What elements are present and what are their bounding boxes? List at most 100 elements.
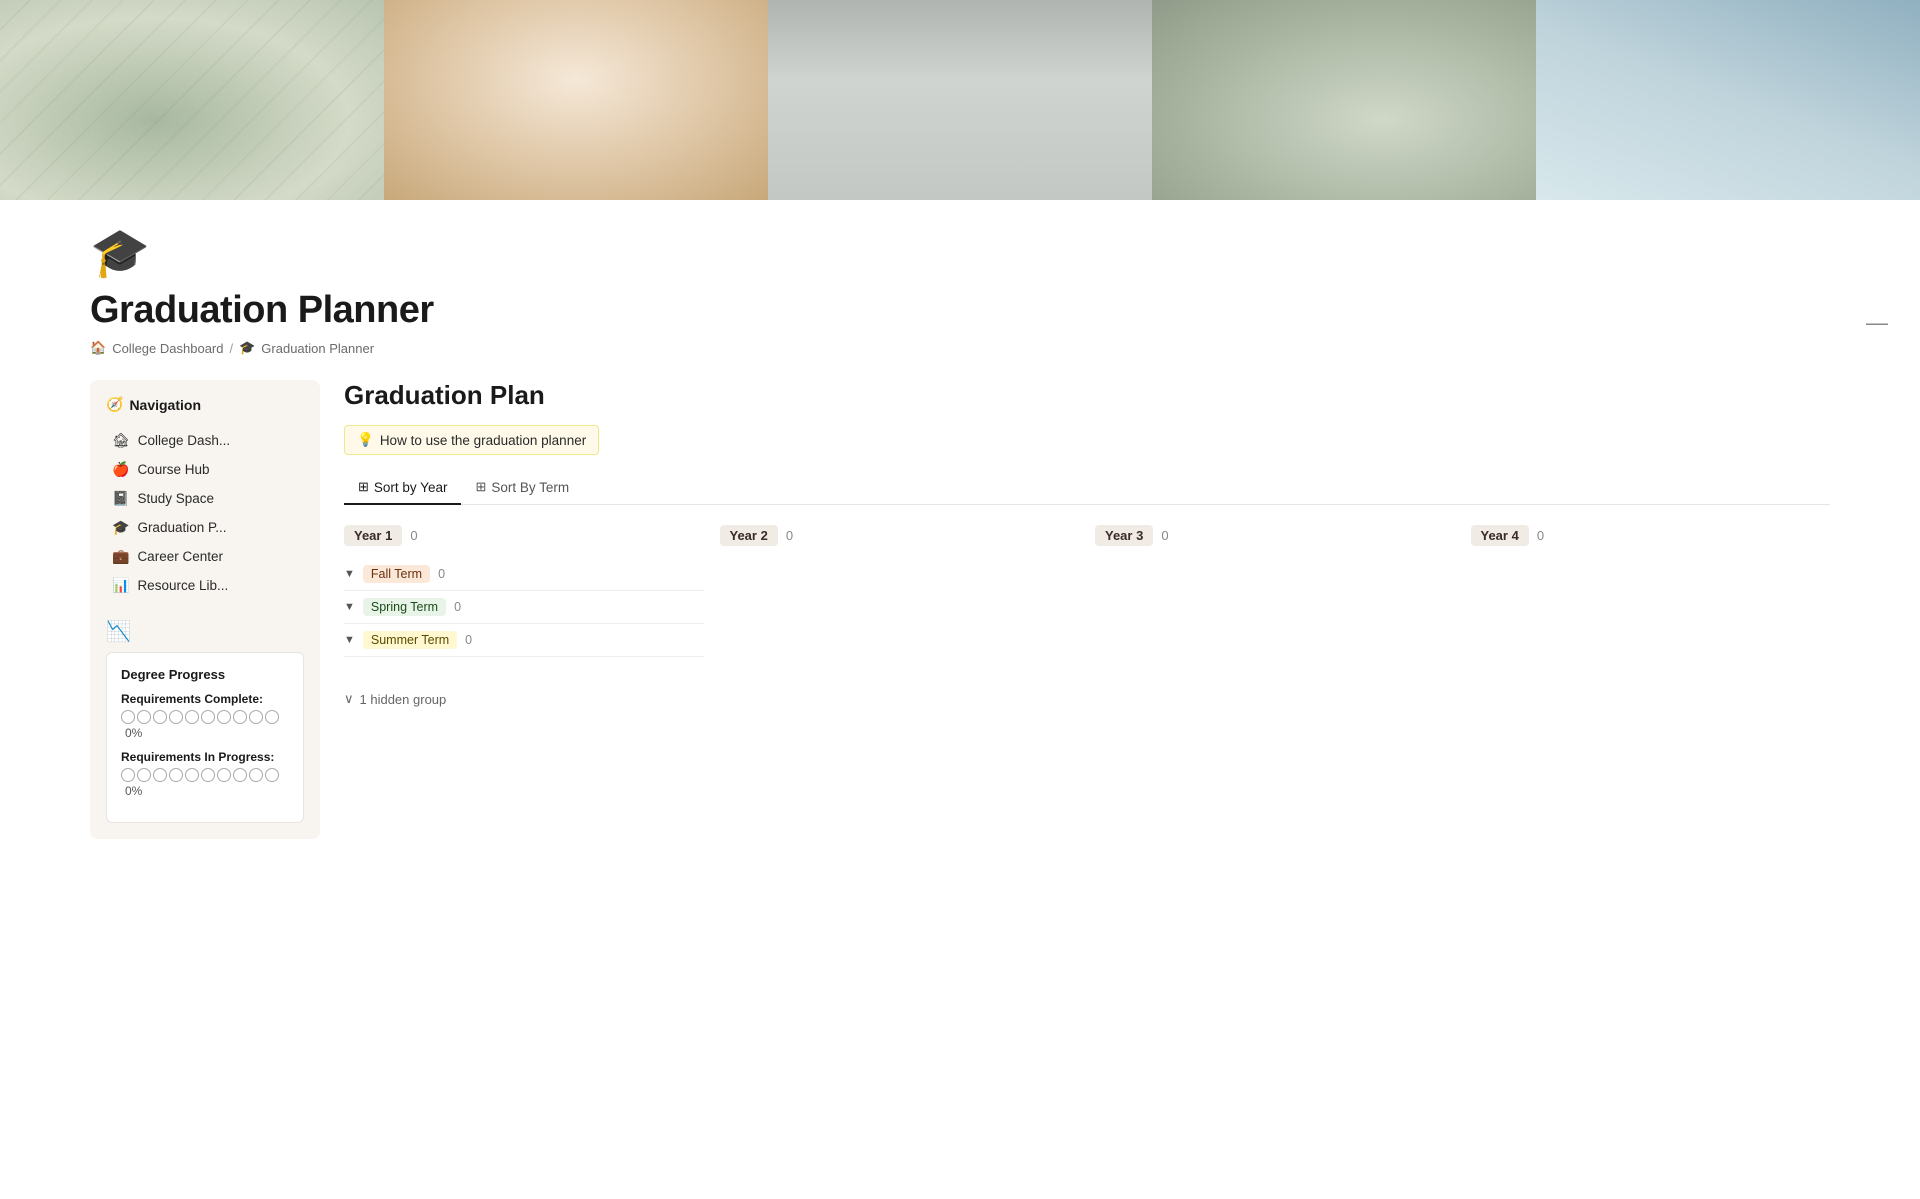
circle-6 (201, 710, 215, 724)
briefcase-icon: 💼 (112, 548, 129, 565)
year-1-badge: Year 1 (344, 525, 402, 546)
year-1-spring-term: ▼ Spring Term 0 (344, 591, 704, 624)
requirements-in-progress-label: Requirements In Progress: (121, 750, 289, 764)
sidebar-item-graduation[interactable]: 🎓 Graduation P... (106, 514, 304, 541)
year-columns: Year 1 0 ▼ Fall Term 0 ▼ Spring Term 0 (344, 525, 1830, 657)
year-2-header: Year 2 0 (720, 525, 1080, 546)
circle-8 (233, 710, 247, 724)
year-2-column: Year 2 0 (720, 525, 1080, 657)
sidebar-item-career-center[interactable]: 💼 Career Center (106, 543, 304, 570)
sidebar-item-college-dash[interactable]: 🏚 College Dash... (106, 427, 304, 454)
breadcrumb-parent[interactable]: College Dashboard (112, 341, 223, 356)
graduation-icon: 🎓 (112, 519, 129, 536)
hint-button[interactable]: 💡 How to use the graduation planner (344, 425, 599, 455)
requirements-in-progress-section: Requirements In Progress: (121, 750, 289, 798)
hint-label: How to use the graduation planner (380, 433, 586, 448)
year-4-header: Year 4 0 (1471, 525, 1831, 546)
year-4-column: Year 4 0 (1471, 525, 1831, 657)
sidebar-item-study-space[interactable]: 📓 Study Space (106, 485, 304, 512)
circle-10 (265, 710, 279, 724)
year-1-fall-term: ▼ Fall Term 0 (344, 558, 704, 591)
sidebar-item-career-center-label: Career Center (137, 549, 223, 564)
summer-term-badge-1: Summer Term (363, 631, 457, 649)
hidden-group-arrow: ∨ (344, 691, 354, 707)
fall-term-badge-1: Fall Term (363, 565, 430, 583)
circle-7 (217, 710, 231, 724)
sidebar-item-course-hub[interactable]: 🍎 Course Hub (106, 456, 304, 483)
sidebar-item-course-hub-label: Course Hub (137, 462, 209, 477)
fall-arrow-1[interactable]: ▼ (344, 568, 355, 580)
hint-icon: 💡 (357, 432, 374, 448)
main-content: Graduation Plan 💡 How to use the graduat… (344, 380, 1830, 717)
year-1-column: Year 1 0 ▼ Fall Term 0 ▼ Spring Term 0 (344, 525, 704, 657)
requirements-complete-pct: 0% (125, 726, 142, 740)
hero-image-4 (1152, 0, 1536, 200)
circle-ip-5 (185, 768, 199, 782)
circle-4 (169, 710, 183, 724)
circle-ip-10 (265, 768, 279, 782)
circle-3 (153, 710, 167, 724)
circle-ip-1 (121, 768, 135, 782)
circle-5 (185, 710, 199, 724)
year-4-badge: Year 4 (1471, 525, 1529, 546)
circle-ip-7 (217, 768, 231, 782)
notebook-icon: 📓 (112, 490, 129, 507)
circle-ip-4 (169, 768, 183, 782)
tab-sort-by-term-label: Sort By Term (491, 480, 569, 495)
page-title: Graduation Planner (90, 289, 1830, 332)
requirements-in-progress-pct: 0% (125, 784, 142, 798)
requirements-complete-label: Requirements Complete: (121, 692, 289, 706)
year-2-count: 0 (786, 528, 793, 543)
requirements-complete-section: Requirements Complete: (121, 692, 289, 740)
circle-9 (249, 710, 263, 724)
degree-progress-title: Degree Progress (121, 667, 289, 682)
hero-strip (0, 0, 1920, 200)
hero-image-1 (0, 0, 384, 200)
sidebar-bottom: 📉 Degree Progress Requirements Complete: (106, 615, 304, 823)
fall-term-count-1: 0 (438, 567, 445, 581)
spring-arrow-1[interactable]: ▼ (344, 601, 355, 613)
tab-sort-by-year-label: Sort by Year (374, 480, 448, 495)
year-4-count: 0 (1537, 528, 1544, 543)
sidebar-header-label: Navigation (129, 397, 201, 413)
breadcrumb-home-icon: 🏠 (90, 340, 106, 356)
sidebar-item-resource-lib[interactable]: 📊 Resource Lib... (106, 572, 304, 599)
year-3-column: Year 3 0 (1095, 525, 1455, 657)
year-1-header: Year 1 0 (344, 525, 704, 546)
requirements-in-progress-circles: 0% (121, 768, 289, 798)
sidebar-item-graduation-label: Graduation P... (137, 520, 226, 535)
sidebar-item-college-dash-label: College Dash... (138, 433, 230, 448)
tab-sort-by-year[interactable]: ⊞ Sort by Year (344, 471, 461, 505)
tab-bar: ⊞ Sort by Year ⊞ Sort By Term (344, 471, 1830, 505)
circle-ip-8 (233, 768, 247, 782)
compass-icon: 🧭 (106, 396, 123, 413)
apple-icon: 🍎 (112, 461, 129, 478)
sidebar-item-study-space-label: Study Space (137, 491, 214, 506)
collapse-button[interactable]: — (1866, 310, 1888, 336)
sidebar-item-resource-lib-label: Resource Lib... (137, 578, 228, 593)
breadcrumb-separator: / (229, 341, 233, 356)
summer-term-count-1: 0 (465, 633, 472, 647)
circle-ip-3 (153, 768, 167, 782)
year-3-count: 0 (1161, 528, 1168, 543)
year-1-count: 0 (410, 528, 417, 543)
tab-sort-by-term[interactable]: ⊞ Sort By Term (461, 471, 583, 505)
circle-ip-9 (249, 768, 263, 782)
table-icon-1: ⊞ (358, 479, 369, 495)
year-3-badge: Year 3 (1095, 525, 1153, 546)
spring-term-count-1: 0 (454, 600, 461, 614)
degree-progress-widget: Degree Progress Requirements Complete: (106, 652, 304, 823)
hero-image-3 (768, 0, 1152, 200)
circle-ip-2 (137, 768, 151, 782)
hero-image-2 (384, 0, 768, 200)
sidebar-header: 🧭 Navigation (106, 396, 304, 413)
table-icon-2: ⊞ (475, 479, 486, 495)
breadcrumb-current: Graduation Planner (261, 341, 374, 356)
requirements-complete-circles: 0% (121, 710, 289, 740)
year-2-badge: Year 2 (720, 525, 778, 546)
summer-arrow-1[interactable]: ▼ (344, 634, 355, 646)
hidden-group[interactable]: ∨ 1 hidden group (344, 681, 1830, 717)
spring-term-badge-1: Spring Term (363, 598, 446, 616)
page-icon: 🎓 (90, 224, 1830, 281)
house-icon: 🏚 (112, 432, 130, 449)
